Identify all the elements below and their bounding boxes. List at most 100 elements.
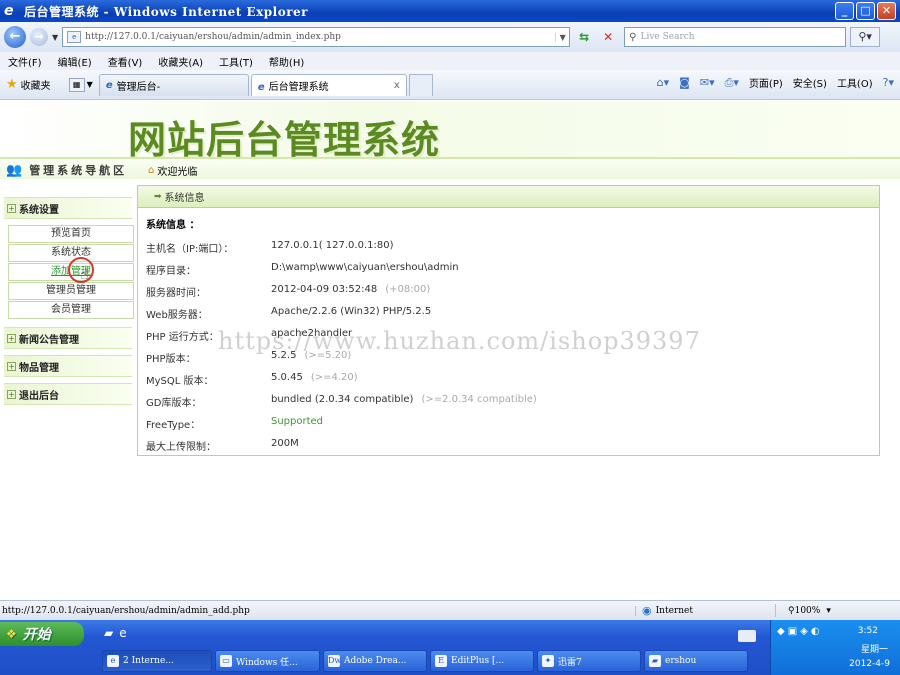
- security-zone[interactable]: ◉ Internet: [636, 604, 776, 617]
- window-title-bar[interactable]: e 后台管理系统 - Windows Internet Explorer _ □…: [0, 0, 900, 22]
- tray-app-icon[interactable]: ◆: [777, 626, 785, 637]
- forward-button[interactable]: →: [30, 28, 48, 46]
- home-icon[interactable]: ⌂▾: [657, 76, 670, 89]
- safety-menu[interactable]: 安全(S): [793, 75, 827, 90]
- dreamweaver-icon: Dw: [328, 655, 342, 667]
- section-label: 退出后台: [19, 390, 59, 402]
- sidebar-item-admin-management[interactable]: 管理员管理: [8, 282, 134, 300]
- tab-label: 管理后台-: [116, 81, 161, 93]
- panel-title: 系统信息: [164, 193, 205, 204]
- sidebar-item-preview-home[interactable]: 预览首页: [8, 225, 134, 243]
- menu-help[interactable]: 帮助(H): [261, 54, 312, 69]
- thunder-icon: ✦: [542, 655, 554, 667]
- live-search-icon: ⚲: [629, 31, 637, 43]
- window-title: 后台管理系统 - Windows Internet Explorer: [24, 4, 308, 19]
- info-value-text: 127.0.0.1( 127.0.0.1:80): [271, 240, 394, 251]
- task-label: Adobe Drea...: [344, 656, 407, 666]
- info-label: 主机名（IP:端口）：: [146, 244, 234, 255]
- feeds-icon[interactable]: ◙: [679, 76, 690, 89]
- help-icon[interactable]: ?▾: [883, 76, 894, 89]
- taskbar-button-ershou-folder[interactable]: ▰ ershou: [644, 650, 748, 672]
- tray-icons: ◆ ▣ ◈ ◐: [777, 626, 820, 637]
- start-label: 开始: [22, 627, 51, 643]
- status-bar: http://127.0.0.1/caiyuan/ershou/admin/ad…: [0, 600, 900, 620]
- search-input[interactable]: ⚲ Live Search: [624, 27, 847, 47]
- zoom-control[interactable]: ⚲ 100% ▾: [788, 606, 831, 616]
- nav-heading-text: 管理系统导航区: [29, 164, 128, 177]
- section-label: 物品管理: [19, 362, 59, 374]
- tray-volume-icon[interactable]: ◐: [811, 626, 820, 637]
- history-dropdown-icon[interactable]: ▼: [52, 33, 58, 42]
- sidebar-section-logout[interactable]: + 退出后台: [4, 383, 132, 405]
- tab-list-dropdown-icon[interactable]: ▼: [87, 80, 93, 89]
- tab-admin-backend[interactable]: e 管理后台-: [98, 73, 249, 96]
- banner: 网站后台管理系统: [0, 101, 900, 162]
- tray-clock[interactable]: 3:52: [858, 626, 878, 636]
- info-value-text: D:\wamp\www\caiyuan\ershou\admin: [271, 262, 459, 273]
- info-label: PHP版本：: [146, 354, 196, 365]
- print-icon[interactable]: ⎙▾: [725, 76, 739, 90]
- close-button[interactable]: ✕: [877, 2, 896, 20]
- sidebar-item-system-status[interactable]: 系统状态: [8, 244, 134, 262]
- address-dropdown-icon[interactable]: ▼: [555, 32, 569, 42]
- menu-file[interactable]: 文件(F): [0, 54, 50, 69]
- favorites-button[interactable]: 收藏夹: [21, 77, 51, 92]
- favorites-star-icon[interactable]: ★: [6, 77, 18, 92]
- tray-security-icon[interactable]: ◈: [800, 626, 808, 637]
- tab-backend-system[interactable]: e 后台管理系统 x: [250, 73, 407, 96]
- maximize-button[interactable]: □: [856, 2, 875, 20]
- new-tab-button[interactable]: [408, 73, 433, 96]
- info-label: 服务器时间：: [146, 288, 206, 299]
- taskbar-button-task-manager[interactable]: ▭ Windows 任...: [215, 650, 320, 672]
- info-label: 程序目录：: [146, 266, 196, 277]
- back-button[interactable]: ←: [4, 26, 26, 48]
- expand-icon: +: [7, 333, 16, 343]
- taskbar-button-editplus[interactable]: E EditPlus [...: [430, 650, 534, 672]
- menu-favorites[interactable]: 收藏夹(A): [150, 54, 211, 69]
- stop-button[interactable]: ✕: [598, 27, 618, 47]
- task-label: EditPlus [...: [451, 656, 505, 666]
- info-row: 最大上传限制： 200M: [146, 434, 866, 456]
- info-row: 服务器时间： 2012-04-09 03:52:48 (+08:00): [146, 280, 866, 302]
- info-value: Supported: [271, 416, 323, 427]
- info-label: Web服务器：: [146, 310, 208, 321]
- sidebar-section-news[interactable]: + 新闻公告管理: [4, 327, 132, 349]
- sidebar-section-items[interactable]: + 物品管理: [4, 355, 132, 377]
- quick-tabs-icon[interactable]: ▦: [68, 77, 85, 92]
- start-button[interactable]: ❖ 开始: [0, 622, 84, 646]
- sidebar-section-system-settings[interactable]: + 系统设置: [4, 197, 132, 219]
- ie-quicklaunch-icon[interactable]: e: [119, 626, 126, 640]
- info-label: MySQL 版本：: [146, 376, 214, 387]
- tray-network-icon[interactable]: ▣: [788, 626, 797, 637]
- sidebar-item-member-management[interactable]: 会员管理: [8, 301, 134, 319]
- info-row: GD库版本： bundled (2.0.34 compatible) (>=2.0.…: [146, 390, 866, 412]
- quick-launch: ▰ e: [104, 626, 127, 640]
- info-value: 127.0.0.1( 127.0.0.1:80): [271, 240, 394, 251]
- menu-view[interactable]: 查看(V): [100, 54, 151, 69]
- keyboard-icon[interactable]: [738, 630, 756, 642]
- folder-icon[interactable]: ▰: [104, 626, 113, 640]
- menu-tools[interactable]: 工具(T): [211, 54, 261, 69]
- page-menu[interactable]: 页面(P): [749, 75, 783, 90]
- taskbar-button-dreamweaver[interactable]: Dw Adobe Drea...: [323, 650, 427, 672]
- taskbar-button-ie[interactable]: e 2 Interne...: [102, 650, 212, 672]
- refresh-button[interactable]: ⇆: [574, 27, 594, 47]
- info-value: D:\wamp\www\caiyuan\ershou\admin: [271, 262, 459, 273]
- tray-date: 2012-4-9: [849, 659, 890, 669]
- zone-label: Internet: [655, 605, 693, 616]
- address-input[interactable]: e http://127.0.0.1/caiyuan/ershou/admin/…: [62, 27, 571, 47]
- banner-title: 网站后台管理系统: [128, 117, 441, 162]
- menu-edit[interactable]: 编辑(E): [50, 54, 100, 69]
- search-button[interactable]: ⚲▾: [850, 27, 881, 47]
- minimize-button[interactable]: _: [835, 2, 854, 20]
- info-requirement: (>=4.20): [310, 372, 358, 383]
- tab-close-icon[interactable]: x: [394, 80, 400, 91]
- info-value: 200M: [271, 438, 299, 449]
- mail-icon[interactable]: ✉▾: [700, 76, 715, 89]
- sidebar: + 系统设置 预览首页 系统状态 添加管理 管理员管理 会员管理 + 新闻公告管…: [4, 197, 134, 407]
- info-row: Web服务器： Apache/2.2.6 (Win32) PHP/5.2.5: [146, 302, 866, 324]
- info-row: 主机名（IP:端口）： 127.0.0.1( 127.0.0.1:80): [146, 236, 866, 258]
- taskbar-button-thunder[interactable]: ✦ 迅雷7: [537, 650, 641, 672]
- system-info-panel: ➡ 系统信息 系统信息 ： 主机名（IP:端口）： 127.0.0.1( 127.…: [137, 185, 880, 456]
- tools-menu[interactable]: 工具(O): [837, 75, 873, 90]
